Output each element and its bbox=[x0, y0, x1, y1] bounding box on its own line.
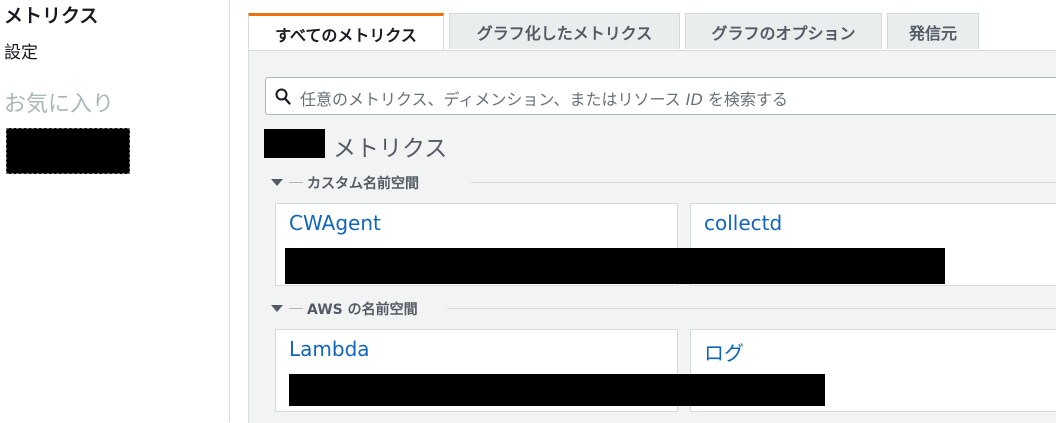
divider bbox=[289, 182, 303, 183]
divider bbox=[447, 308, 1056, 309]
tab-source[interactable]: 発信元 bbox=[887, 13, 979, 49]
namespace-link[interactable]: CWAgent bbox=[289, 211, 381, 235]
sidebar: メトリクス 設定 お気に入り bbox=[0, 0, 230, 422]
metrics-heading: メトリクス bbox=[333, 136, 448, 162]
section-aws-namespaces: AWS の名前空間 bbox=[271, 299, 1056, 319]
namespace-link[interactable]: ログ bbox=[704, 337, 744, 366]
tab-graph-options[interactable]: グラフのオプション bbox=[685, 13, 882, 49]
main-area: すべてのメトリクス グラフ化したメトリクス グラフのオプション 発信元 任意のメ… bbox=[230, 0, 1056, 423]
caret-down-icon[interactable] bbox=[271, 305, 283, 312]
namespace-link[interactable]: collectd bbox=[704, 211, 782, 235]
section-label: カスタム名前空間 bbox=[307, 173, 423, 193]
redacted-region bbox=[289, 374, 825, 406]
search-area: 任意のメトリクス、ディメンション、またはリソース ID を検索する bbox=[249, 51, 1056, 121]
redacted-region-label bbox=[264, 129, 325, 158]
tab-graphed-metrics[interactable]: グラフ化したメトリクス bbox=[449, 13, 680, 49]
metrics-browser: メトリクス カスタム名前空間 CWAgent collectd AWS の名前空… bbox=[249, 121, 1056, 423]
redacted-region bbox=[285, 248, 945, 284]
tab-all-metrics[interactable]: すべてのメトリクス bbox=[248, 13, 444, 51]
favorites-heading: お気に入り bbox=[4, 92, 115, 117]
search-placeholder: 任意のメトリクス、ディメンション、またはリソース ID を検索する bbox=[300, 90, 788, 109]
caret-down-icon[interactable] bbox=[271, 179, 283, 186]
section-custom-namespaces: カスタム名前空間 bbox=[271, 173, 1056, 193]
search-input[interactable]: 任意のメトリクス、ディメンション、またはリソース ID を検索する bbox=[265, 77, 1056, 115]
namespace-link[interactable]: Lambda bbox=[289, 337, 370, 361]
section-label: AWS の名前空間 bbox=[307, 299, 422, 319]
tab-panel: 任意のメトリクス、ディメンション、またはリソース ID を検索する メトリクス … bbox=[248, 50, 1056, 423]
sidebar-title[interactable]: メトリクス bbox=[4, 1, 98, 28]
divider bbox=[289, 308, 303, 309]
search-icon bbox=[275, 88, 291, 105]
divider bbox=[471, 182, 1056, 183]
sidebar-item-settings[interactable]: 設定 bbox=[4, 38, 38, 63]
redacted-favorite bbox=[6, 128, 130, 174]
